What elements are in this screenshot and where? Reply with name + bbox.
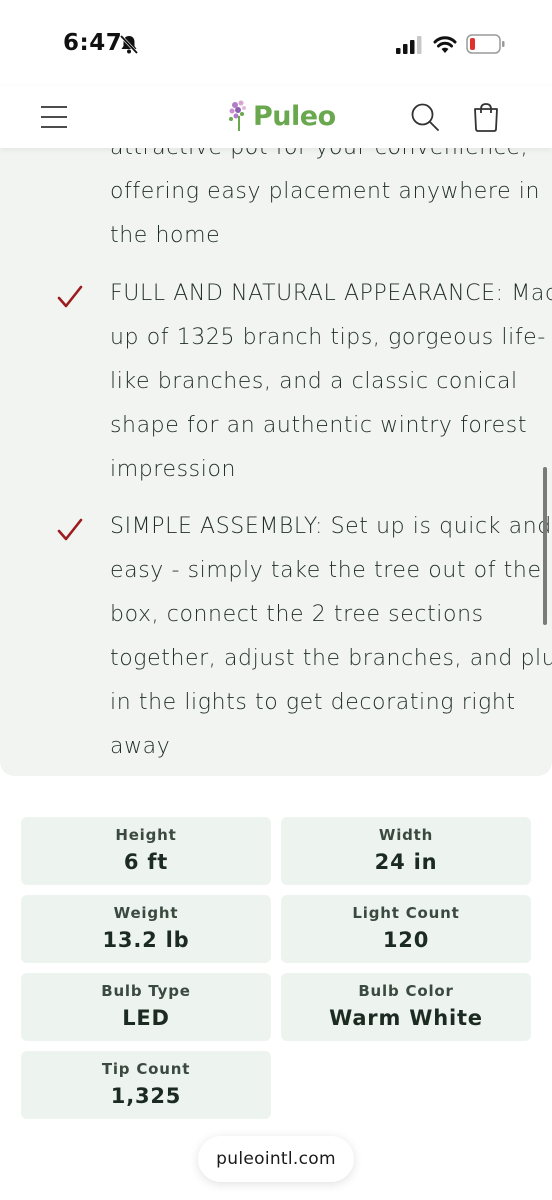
feature-line: box, connect the 2 tree sections (110, 602, 484, 627)
logo-text: Puleo (253, 100, 336, 132)
checkmark-icon (57, 285, 83, 308)
status-time: 6:47 (63, 30, 123, 56)
feature-line: FULL AND NATURAL APPEARANCE: Made (110, 281, 552, 306)
spec-label: Bulb Color (358, 982, 454, 1000)
description-line: offering easy placement anywhere in (110, 179, 541, 204)
spec-card-width: Width 24 in (281, 817, 531, 885)
spec-card-light-count: Light Count 120 (281, 895, 531, 963)
feature-line: impression (110, 457, 237, 482)
cellular-signal-icon (396, 36, 422, 54)
spec-value: 1,325 (110, 1084, 182, 1108)
product-description-panel: attractive pot for your convenience, off… (0, 148, 552, 776)
spec-card-bulb-color: Bulb Color Warm White (281, 973, 531, 1041)
feature-simple-assembly: SIMPLE ASSEMBLY: Set up is quick and eas… (110, 505, 552, 769)
spec-value: 13.2 lb (102, 928, 190, 952)
spec-label: Light Count (352, 904, 460, 922)
feature-line: away (110, 734, 171, 759)
spec-label: Tip Count (101, 1060, 191, 1078)
spec-card-bulb-type: Bulb Type LED (21, 973, 271, 1041)
spec-value: LED (122, 1006, 170, 1030)
site-logo[interactable]: Puleo (226, 94, 336, 138)
spec-label: Height (115, 826, 177, 844)
feature-line: up of 1325 branch tips, gorgeous life- (110, 325, 546, 350)
feature-line: in the lights to get decorating right (110, 690, 516, 715)
browser-url-pill[interactable]: puleointl.com (198, 1136, 354, 1182)
battery-icon (466, 34, 505, 54)
spec-card-height: Height 6 ft (21, 817, 271, 885)
spec-label: Bulb Type (101, 982, 191, 1000)
logo-flower-icon (229, 100, 246, 131)
spec-card-weight: Weight 13.2 lb (21, 895, 271, 963)
description-line: attractive pot for your convenience, (110, 148, 550, 170)
spec-value: 6 ft (123, 850, 169, 874)
description-continuation: attractive pot for your convenience, off… (110, 148, 550, 258)
checkmark-icon (57, 518, 83, 541)
menu-icon[interactable] (40, 104, 68, 130)
scrollbar-thumb[interactable] (543, 467, 547, 625)
feature-line: like branches, and a classic conical (110, 369, 518, 394)
spec-label: Weight (113, 904, 179, 922)
feature-line: shape for an authentic wintry forest (110, 413, 528, 438)
spec-value: 24 in (374, 850, 438, 874)
description-line: the home (110, 223, 221, 248)
status-bar: 6:47 (0, 0, 552, 86)
site-header: Puleo (0, 86, 552, 148)
feature-line: SIMPLE ASSEMBLY: Set up is quick and (110, 514, 552, 539)
spec-label: Width (378, 826, 434, 844)
wifi-icon (433, 36, 457, 53)
spec-value: Warm White (329, 1006, 483, 1030)
search-icon[interactable] (410, 102, 440, 132)
spec-card-tip-count: Tip Count 1,325 (21, 1051, 271, 1119)
cart-icon[interactable] (470, 101, 502, 133)
feature-line: easy - simply take the tree out of the (110, 558, 542, 583)
spec-value: 120 (382, 928, 430, 952)
feature-full-natural-appearance: FULL AND NATURAL APPEARANCE: Made up of … (110, 272, 552, 492)
bell-slash-icon (119, 34, 139, 55)
feature-line: together, adjust the branches, and plug (110, 646, 552, 671)
